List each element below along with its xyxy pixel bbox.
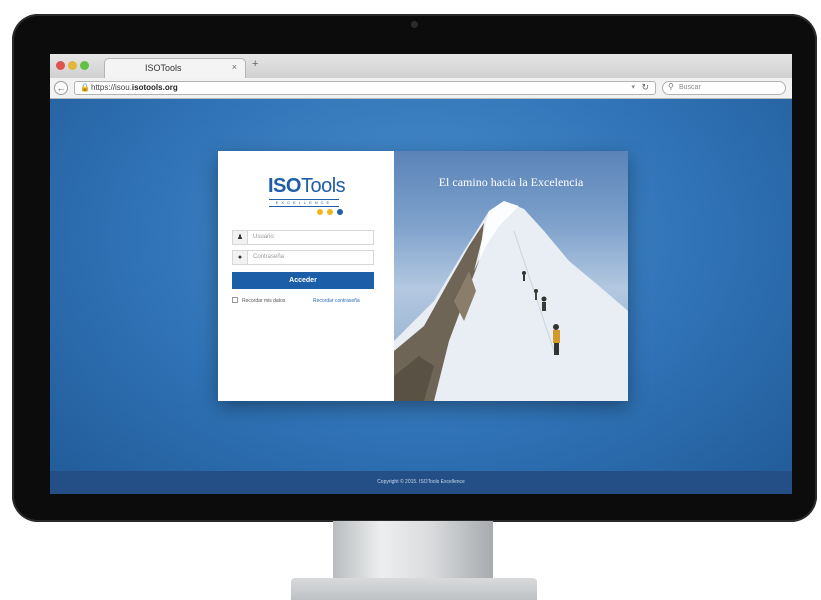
lock-icon: ● <box>233 251 248 264</box>
monitor-stand <box>333 521 493 581</box>
monitor-bezel: ISOTools × + ← 🔒 https://isou.isotools.o… <box>12 14 817 522</box>
address-bar[interactable]: 🔒 https://isou.isotools.org ▾ ↻ <box>74 81 656 95</box>
logo-dot <box>327 209 333 215</box>
browser-tab[interactable]: ISOTools × <box>104 58 246 78</box>
login-button[interactable]: Acceder <box>232 272 374 289</box>
browser-tab-bar: ISOTools × + <box>50 54 792 78</box>
back-arrow-icon: ← <box>56 83 66 93</box>
login-page: ISOTools EXCELLENCE ♟ Usuario ● Contrase… <box>50 99 792 494</box>
camera-icon <box>411 21 418 28</box>
hero-tagline: El camino hacia la Excelencia <box>438 175 584 189</box>
remember-label[interactable]: Recordar mis datos <box>242 298 285 304</box>
login-form-panel: ISOTools EXCELLENCE ♟ Usuario ● Contrase… <box>218 151 394 401</box>
username-placeholder: Usuario <box>253 234 274 240</box>
browser-toolbar: ← 🔒 https://isou.isotools.org ▾ ↻ ⚲ Busc… <box>50 78 792 99</box>
username-field[interactable]: ♟ Usuario <box>232 230 374 245</box>
tab-title: ISOTools <box>145 63 182 73</box>
back-button[interactable]: ← <box>54 81 68 95</box>
screen: ISOTools × + ← 🔒 https://isou.isotools.o… <box>50 54 792 494</box>
url-text: https://isou.isotools.org <box>91 83 178 92</box>
search-placeholder: Buscar <box>679 84 701 91</box>
copyright-text: Copyright © 2015. ISOTools Excellence <box>377 479 465 485</box>
remember-checkbox[interactable] <box>232 297 238 303</box>
maximize-window-button[interactable] <box>80 61 89 70</box>
new-tab-button[interactable]: + <box>252 58 258 70</box>
logo-dot <box>317 209 323 215</box>
monitor-stand-base <box>291 578 537 600</box>
isotools-logo: ISOTools <box>268 175 346 197</box>
password-placeholder: Contraseña <box>253 254 285 260</box>
login-card: ISOTools EXCELLENCE ♟ Usuario ● Contrase… <box>218 151 628 401</box>
forgot-password-link[interactable]: Recordar contraseña <box>313 298 360 304</box>
minimize-window-button[interactable] <box>68 61 77 70</box>
search-input[interactable]: ⚲ Buscar <box>662 81 786 95</box>
lock-icon: 🔒 <box>80 83 90 92</box>
search-icon: ⚲ <box>668 82 674 91</box>
hero-image-panel: El camino hacia la Excelencia <box>394 151 628 401</box>
password-field[interactable]: ● Contraseña <box>232 250 374 265</box>
page-footer: Copyright © 2015. ISOTools Excellence <box>50 471 792 494</box>
reload-icon[interactable]: ↻ <box>641 82 649 93</box>
close-window-button[interactable] <box>56 61 65 70</box>
user-icon: ♟ <box>233 231 248 244</box>
url-dropdown-icon[interactable]: ▾ <box>631 83 635 91</box>
tab-close-icon[interactable]: × <box>232 62 237 72</box>
logo-subtitle: EXCELLENCE <box>269 199 339 207</box>
logo-dot <box>337 209 343 215</box>
